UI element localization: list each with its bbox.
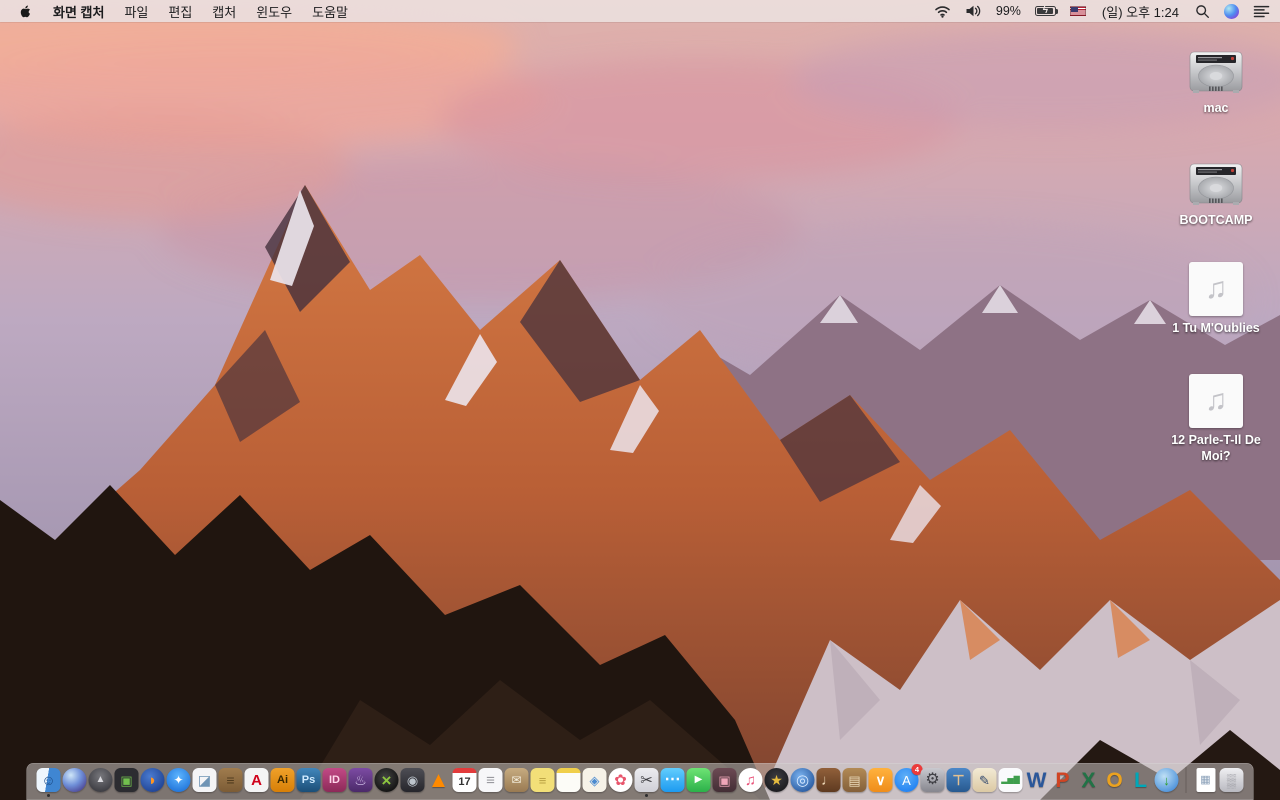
- dock-item-mission-control[interactable]: ▣: [114, 768, 139, 792]
- dock-item-disk-tool[interactable]: ◉: [400, 768, 425, 792]
- dock-item-firefox[interactable]: ◗: [140, 768, 165, 792]
- desktop-icon-label: 1 Tu M'Oublies: [1172, 321, 1260, 335]
- dock-item-stickies[interactable]: ≡: [530, 768, 555, 792]
- dock-item-project-corkboard[interactable]: ▤: [842, 768, 867, 792]
- menu-item-0[interactable]: 파일: [114, 2, 158, 21]
- battery-percent: 99%: [995, 4, 1021, 18]
- menu-item-3[interactable]: 윈도우: [246, 2, 302, 21]
- dock-item-ms-word[interactable]: W: [1025, 768, 1049, 792]
- dock-item-illustrator[interactable]: Ai: [270, 768, 295, 792]
- dock: ☺ ▲ ▣ ◗ ✦ ◪ ≡ A Ai Ps ID ♨ × ◉ ▲ 17 ≡ ✉ ≡ ◈ ✿ ✂ ⋯ ▶ ▣ ♫ ★ ◎ ♩ ▤ ∨ A 4 ⚙ ⊤ ✎…: [26, 763, 1254, 800]
- dock-item-finder[interactable]: ☺: [36, 768, 61, 797]
- dock-item-garageband[interactable]: ♩: [816, 768, 841, 792]
- dock-item-messages[interactable]: ⋯: [660, 768, 685, 792]
- dock-item-facetime[interactable]: ▶: [686, 768, 711, 792]
- apple-menu[interactable]: [10, 4, 43, 19]
- dock-item-ms-powerpoint[interactable]: P: [1051, 768, 1075, 792]
- apple-logo-icon: [20, 4, 30, 17]
- battery-charging-icon[interactable]: ϟ: [1034, 5, 1059, 16]
- app-menus: 파일 편집 캡처 윈도우 도움말: [114, 2, 358, 21]
- menu-item-4[interactable]: 도움말: [302, 2, 358, 21]
- dock-item-ms-lync[interactable]: L: [1129, 768, 1153, 792]
- desktop-icon-drive-mac[interactable]: mac: [1164, 38, 1268, 117]
- spotlight-search-icon[interactable]: [1195, 4, 1210, 19]
- dock-item-notepad[interactable]: [556, 768, 581, 792]
- desktop-icon-label: mac: [1203, 101, 1229, 115]
- dock-item-ms-outlook[interactable]: O: [1103, 768, 1127, 792]
- dock-item-photos[interactable]: ✿: [608, 768, 633, 792]
- dock-item-page-layout-docs[interactable]: ◈: [582, 768, 607, 792]
- dock-item-system-preferences[interactable]: ⚙: [920, 768, 945, 792]
- dock-item-contacts-book[interactable]: ≡: [218, 768, 243, 792]
- menu-item-2[interactable]: 캡처: [202, 2, 246, 21]
- running-indicator-dot: [47, 794, 50, 797]
- dock-item-toast-burner[interactable]: ♨: [348, 768, 373, 792]
- dock-item-pages[interactable]: ✎: [972, 768, 997, 792]
- dock-item-preview[interactable]: ◪: [192, 768, 217, 792]
- dock-item-reminders[interactable]: ≡: [478, 768, 503, 792]
- menu-item-1[interactable]: 편집: [158, 2, 202, 21]
- desktop-icon-audio-file-1[interactable]: ♫ 1 Tu M'Oublies: [1164, 258, 1268, 337]
- dock-item-ibooks[interactable]: ∨: [868, 768, 893, 792]
- dock-item-itunes[interactable]: ♫: [738, 768, 763, 792]
- dock-item-grab-screen-capture[interactable]: ✂: [634, 768, 659, 797]
- dock-item-vlc[interactable]: ▲: [427, 768, 451, 792]
- desktop-icon-drive-bootcamp[interactable]: BOOTCAMP: [1164, 150, 1268, 229]
- menu-bar: 화면 캡처 파일 편집 캡처 윈도우 도움말 99% ϟ (일) 오후 1:24: [0, 0, 1280, 22]
- dock-item-calendar[interactable]: 17: [452, 768, 477, 792]
- siri-icon[interactable]: [1224, 3, 1239, 19]
- dock-item-photoshop[interactable]: Ps: [296, 768, 321, 792]
- dock-item-photo-booth[interactable]: ▣: [712, 768, 737, 792]
- dock-divider: [1185, 767, 1187, 793]
- dock-item-x-media-converter[interactable]: ×: [374, 768, 399, 792]
- dock-item-ms-document-connection[interactable]: ↓: [1154, 768, 1179, 792]
- menu-bar-clock[interactable]: (일) 오후 1:24: [1100, 2, 1181, 21]
- desktop-icon-label: 12 Parle-T-Il De Moi?: [1171, 433, 1261, 463]
- hard-drive-icon: [1189, 163, 1243, 205]
- dock-item-siri[interactable]: [62, 768, 87, 792]
- dock-item-launchpad[interactable]: ▲: [88, 768, 113, 792]
- active-app-menu[interactable]: 화면 캡처: [43, 2, 114, 21]
- macos-desktop: 화면 캡처 파일 편집 캡처 윈도우 도움말 99% ϟ (일) 오후 1:24…: [0, 0, 1280, 800]
- desktop-icon-audio-file-12[interactable]: ♫ 12 Parle-T-Il De Moi?: [1164, 370, 1268, 464]
- music-note-icon: ♫: [1189, 262, 1243, 316]
- dock-item-screenshot-document[interactable]: ▦: [1194, 768, 1218, 792]
- dock-item-safari[interactable]: ✦: [166, 768, 191, 792]
- music-note-icon: ♫: [1189, 374, 1243, 428]
- running-indicator-dot: [645, 794, 648, 797]
- dock-item-app-store[interactable]: A4: [894, 764, 923, 792]
- sierra-mountain-wallpaper: [0, 0, 1280, 800]
- volume-icon[interactable]: [965, 4, 982, 18]
- desktop-icon-label: BOOTCAMP: [1179, 213, 1253, 227]
- dock-item-acrobat-reader[interactable]: A: [244, 768, 269, 792]
- dock-item-numbers[interactable]: ▂▅▇: [998, 768, 1023, 792]
- hard-drive-icon: [1189, 51, 1243, 93]
- dock-item-ms-excel[interactable]: X: [1077, 768, 1101, 792]
- dock-item-trash-full[interactable]: ▒: [1219, 768, 1244, 792]
- dock-item-imovie[interactable]: ★: [764, 768, 789, 792]
- notification-center-icon[interactable]: [1253, 5, 1270, 18]
- dock-item-keynote[interactable]: ⊤: [946, 768, 971, 792]
- wifi-icon[interactable]: [934, 5, 951, 18]
- us-flag-input-source-icon[interactable]: [1069, 6, 1086, 16]
- dock-item-idvd[interactable]: ◎: [790, 768, 815, 792]
- dock-item-indesign[interactable]: ID: [322, 768, 347, 792]
- dock-item-mail-drop-box[interactable]: ✉: [504, 768, 529, 792]
